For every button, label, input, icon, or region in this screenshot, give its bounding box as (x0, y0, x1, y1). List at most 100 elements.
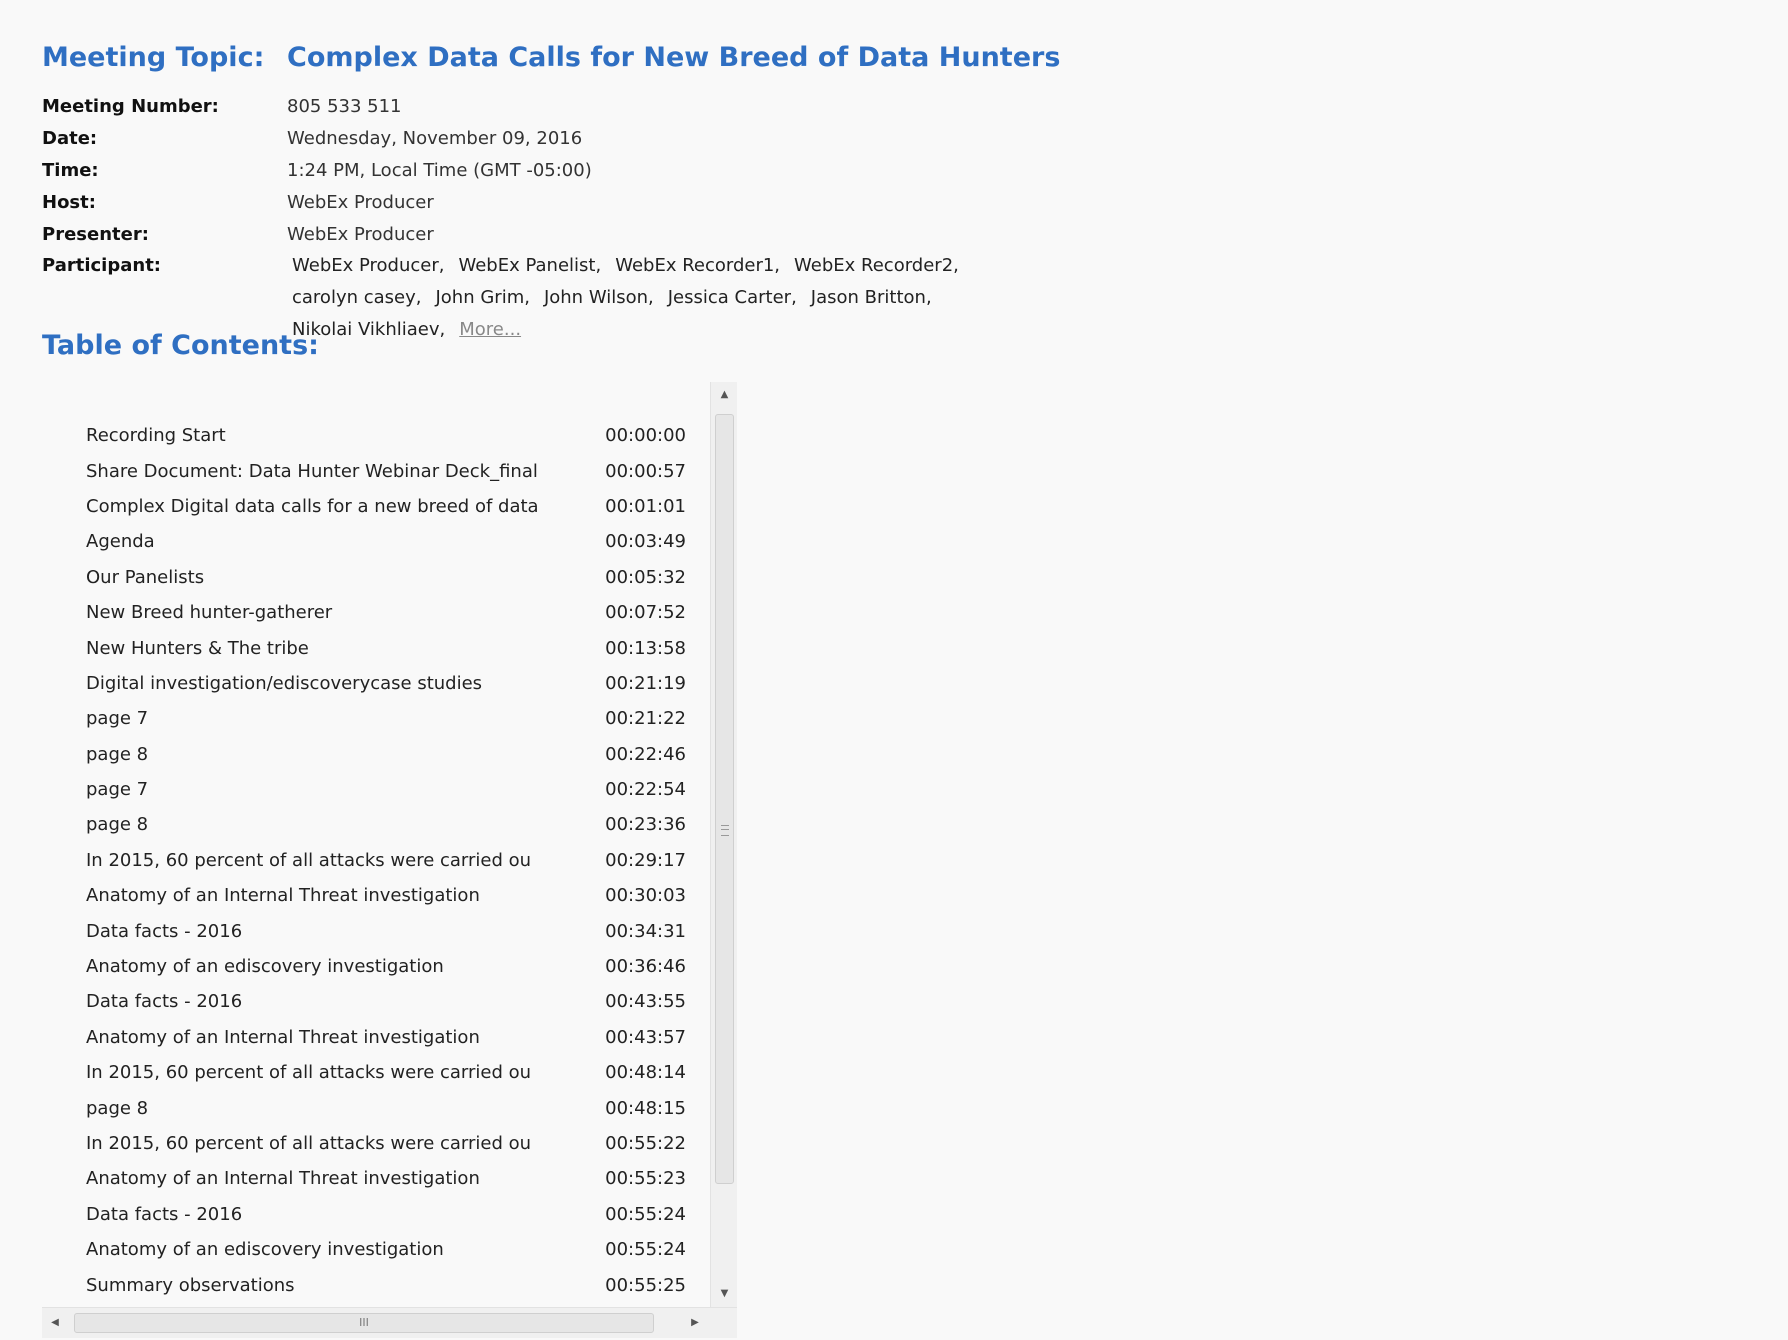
toc-item-time: 00:22:46 (605, 743, 686, 765)
toc-item-title: Anatomy of an Internal Threat investigat… (86, 1026, 480, 1048)
participant-list: WebEx Producer, WebEx Panelist, WebEx Re… (292, 250, 1092, 346)
toc-item-title: page 7 (86, 708, 149, 730)
toc-item-title: Complex Digital data calls for a new bre… (86, 495, 539, 517)
toc-item[interactable]: page 8 00:48:15 (42, 1090, 714, 1125)
toc-vertical-scrollbar[interactable]: ▲ ▼ (710, 382, 737, 1307)
scroll-up-arrow[interactable]: ▲ (711, 382, 737, 408)
toc-item[interactable]: page 8 00:23:36 (42, 807, 714, 842)
meeting-participant-label: Participant: (42, 255, 161, 276)
meeting-topic-row: Meeting Topic: Complex Data Calls for Ne… (42, 42, 1060, 73)
participant-name: Jessica Carter, (667, 287, 797, 308)
toc-item[interactable]: Anatomy of an Internal Threat investigat… (42, 1161, 714, 1196)
toc-item[interactable]: page 7 00:21:22 (42, 701, 714, 736)
scroll-down-arrow[interactable]: ▼ (711, 1281, 737, 1307)
meeting-host-row: Host: WebEx Producer (42, 186, 1092, 218)
toc-item-title: Data facts - 2016 (86, 991, 243, 1013)
toc-item-time: 00:01:01 (605, 495, 686, 517)
meeting-presenter-row: Presenter: WebEx Producer (42, 218, 1092, 250)
toc-item-title: page 7 (86, 779, 149, 801)
meeting-time-value: 1:24 PM, Local Time (GMT -05:00) (287, 159, 592, 181)
meeting-topic-label: Meeting Topic: (42, 42, 265, 73)
toc-item-title: Data facts - 2016 (86, 1203, 243, 1225)
toc-item-time: 00:30:03 (605, 885, 686, 907)
toc-item-title: page 8 (86, 743, 149, 765)
more-participants-link[interactable]: More... (459, 314, 521, 346)
toc-item[interactable]: In 2015, 60 percent of all attacks were … (42, 1126, 714, 1161)
meeting-time-row: Time: 1:24 PM, Local Time (GMT -05:00) (42, 154, 1092, 186)
toc-item-time: 00:48:14 (605, 1062, 686, 1084)
toc-item[interactable]: Anatomy of an Internal Threat investigat… (42, 878, 714, 913)
meeting-date-label: Date: (42, 127, 98, 149)
toc-item-time: 00:55:23 (605, 1168, 686, 1190)
toc-item[interactable]: New Breed hunter-gatherer 00:07:52 (42, 595, 714, 630)
toc-item[interactable]: Recording Start 00:00:00 (42, 418, 714, 453)
vertical-scroll-thumb[interactable] (715, 414, 734, 1184)
toc-item-time: 00:22:54 (605, 779, 686, 801)
toc-item[interactable]: page 7 00:22:54 (42, 772, 714, 807)
participant-name: WebEx Recorder1, (615, 255, 781, 276)
toc-item[interactable]: Data facts - 2016 00:43:55 (42, 984, 714, 1019)
toc-item-title: In 2015, 60 percent of all attacks were … (86, 1062, 532, 1084)
toc-title: Table of Contents: (42, 330, 319, 361)
toc-item-title: Digital investigation/ediscoverycase stu… (86, 672, 483, 694)
meeting-number-label: Meeting Number: (42, 95, 219, 117)
toc-item[interactable]: Anatomy of an Internal Threat investigat… (42, 1020, 714, 1055)
triangle-down-icon: ▼ (720, 1288, 729, 1299)
toc-item-time: 00:21:22 (605, 708, 686, 730)
recording-info-page: Meeting Topic: Complex Data Calls for Ne… (0, 0, 1788, 1340)
toc-item[interactable]: Agenda 00:03:49 (42, 524, 714, 559)
toc-item-title: Summary observations (86, 1274, 295, 1296)
toc-item[interactable]: page 8 00:22:46 (42, 737, 714, 772)
triangle-up-icon: ▲ (720, 389, 729, 400)
toc-item-title: Recording Start (86, 425, 226, 447)
toc-item[interactable]: In 2015, 60 percent of all attacks were … (42, 1055, 714, 1090)
meeting-presenter-label: Presenter: (42, 223, 149, 245)
toc-item-time: 00:03:49 (605, 531, 686, 553)
toc-item[interactable]: Anatomy of an ediscovery investigation 00… (42, 949, 714, 984)
toc-horizontal-scrollbar[interactable]: ◀ III ▶ (42, 1307, 737, 1338)
toc-item[interactable]: Our Panelists 00:05:32 (42, 560, 714, 595)
toc-panel: Recording Start 00:00:00 Share Document: … (42, 382, 737, 1339)
toc-item[interactable]: New Hunters & The tribe 00:13:58 (42, 630, 714, 665)
toc-item-time: 00:48:15 (605, 1097, 686, 1119)
toc-item-title: Data facts - 2016 (86, 920, 243, 942)
toc-item[interactable]: Anatomy of an ediscovery investigation 00… (42, 1232, 714, 1267)
meeting-date-value: Wednesday, November 09, 2016 (287, 127, 583, 149)
toc-item-time: 00:05:32 (605, 566, 686, 588)
toc-item-time: 00:43:55 (605, 991, 686, 1013)
meeting-date-row: Date: Wednesday, November 09, 2016 (42, 122, 1092, 154)
horizontal-scroll-thumb[interactable]: III (74, 1313, 654, 1333)
toc-item-title: In 2015, 60 percent of all attacks were … (86, 1133, 532, 1154)
toc-item[interactable]: Summary observations 00:55:25 (42, 1267, 714, 1302)
toc-item[interactable]: Complex Digital data calls for a new bre… (42, 489, 714, 524)
meeting-number-value: 805 533 511 (287, 95, 402, 117)
toc-item[interactable]: Data facts - 2016 00:55:24 (42, 1197, 714, 1232)
participant-name: John Wilson, (543, 287, 654, 308)
toc-item-time: 00:23:36 (605, 814, 686, 836)
meeting-time-label: Time: (42, 159, 99, 181)
toc-item[interactable]: Data facts - 2016 00:34:31 (42, 913, 714, 948)
meeting-host-label: Host: (42, 191, 96, 213)
participant-name: WebEx Producer, (292, 255, 445, 276)
toc-item-time: 00:07:52 (605, 602, 686, 624)
triangle-right-icon: ▶ (691, 1317, 699, 1328)
toc-item[interactable]: In 2015, 60 percent of all attacks were … (42, 843, 714, 878)
toc-item-title: In 2015, 60 percent of all attacks were … (86, 849, 532, 871)
toc-item-title: New Hunters & The tribe (86, 637, 309, 659)
toc-item-title: Anatomy of an ediscovery investigation (86, 1239, 444, 1261)
toc-item-time: 00:55:25 (605, 1274, 686, 1296)
toc-item-title: Anatomy of an ediscovery investigation (86, 956, 444, 978)
toc-item-time: 00:43:57 (605, 1026, 686, 1048)
scroll-right-arrow[interactable]: ▶ (682, 1308, 708, 1338)
meeting-details: Meeting Number: 805 533 511 Date: Wednes… (42, 90, 1092, 346)
scroll-left-arrow[interactable]: ◀ (42, 1308, 68, 1338)
participant-name: carolyn casey, (292, 287, 422, 308)
meeting-presenter-value: WebEx Producer (287, 223, 434, 245)
toc-list: Recording Start 00:00:00 Share Document: … (42, 418, 714, 1303)
toc-item-time: 00:55:24 (605, 1203, 686, 1225)
toc-item[interactable]: Share Document: Data Hunter Webinar Deck… (42, 453, 714, 488)
toc-item-title: page 8 (86, 1097, 149, 1119)
meeting-topic-title: Complex Data Calls for New Breed of Data… (287, 42, 1061, 73)
toc-item[interactable]: Digital investigation/ediscoverycase stu… (42, 666, 714, 701)
toc-item-time: 00:55:24 (605, 1239, 686, 1261)
